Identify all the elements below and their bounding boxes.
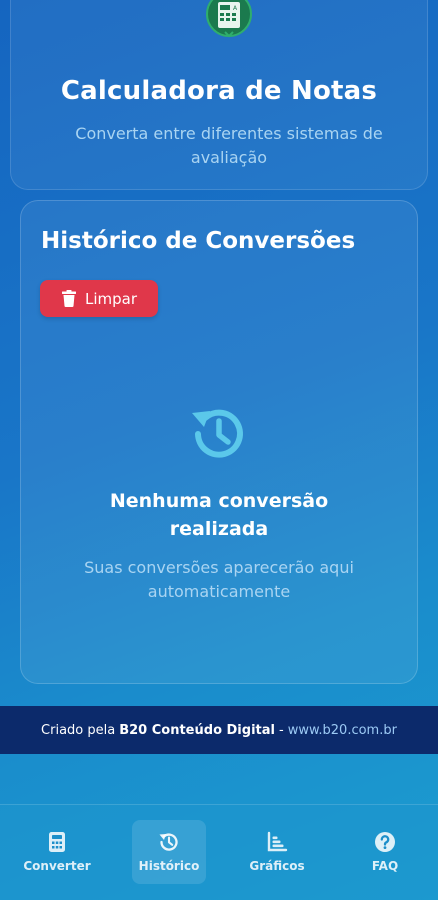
chart-icon — [267, 831, 288, 852]
nav-label-faq: FAQ — [371, 859, 399, 873]
nav-label-graficos: Gráficos — [249, 859, 305, 873]
nav-item-faq[interactable]: FAQ — [348, 820, 422, 884]
app-subtitle: Converta entre diferentes sistemas de av… — [75, 124, 383, 167]
calculator-icon — [49, 832, 65, 852]
question-icon — [375, 832, 395, 852]
calculator-logo-icon: A — [206, 0, 252, 38]
clear-history-button[interactable]: Limpar — [40, 280, 158, 317]
nav-item-converter[interactable]: Converter — [20, 820, 94, 884]
footer-separator: - — [278, 722, 284, 738]
history-title: Histórico de Conversões — [41, 228, 356, 254]
app-title: Calculadora de Notas — [60, 76, 378, 106]
history-icon — [159, 833, 178, 851]
trash-icon — [61, 290, 76, 307]
empty-state-title: Nenhuma conversão realizada — [109, 490, 329, 540]
footer-banner: Criado pela B20 Conteúdo Digital - www.b… — [0, 706, 438, 754]
nav-label-converter: Converter — [23, 859, 91, 873]
footer-link[interactable]: www.b20.com.br — [288, 723, 397, 738]
nav-item-historico[interactable]: Histórico — [132, 820, 206, 884]
nav-item-graficos[interactable]: Gráficos — [240, 820, 314, 884]
footer-brand: B20 Conteúdo Digital — [119, 722, 275, 738]
nav-label-historico: Histórico — [138, 859, 200, 873]
empty-state-description: Suas conversões aparecerão aqui automati… — [84, 558, 354, 601]
clear-button-label: Limpar — [84, 289, 138, 308]
footer-prefix: Criado pela — [41, 722, 116, 738]
history-icon — [192, 409, 243, 458]
